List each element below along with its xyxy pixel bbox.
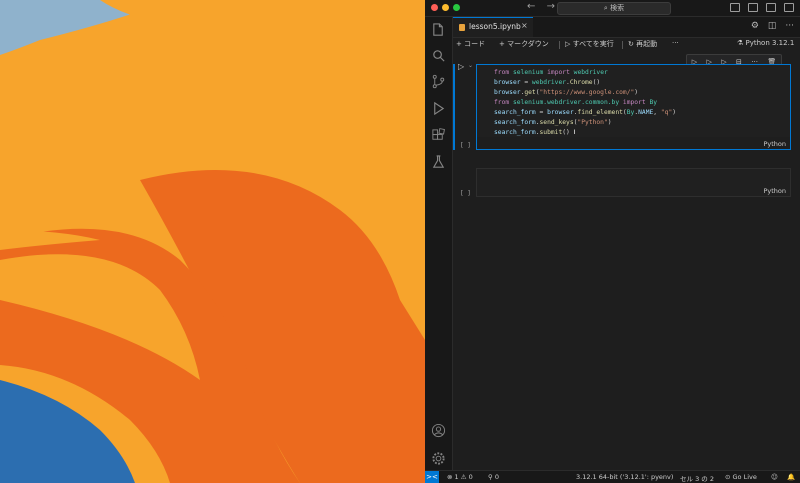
code-line: from selenium.webdriver.common.by import… [494,99,658,106]
run-all-icon: ▷ [565,40,573,48]
code-line: from selenium import webdriver [494,69,608,76]
kernel-picker[interactable]: ⚗ Python 3.12.1 [737,39,794,47]
kernel-icon: ⚗ [737,39,746,47]
title-bar: ← → ⌕ 検索 [425,0,800,17]
code-line: search_form.submit() Ⅰ [494,129,576,136]
code-cell[interactable]: Python [476,168,791,197]
add-code-cell-button[interactable]: + コード [456,39,485,49]
notifications-bell-icon[interactable]: 🔔 [787,473,795,481]
vscode-window: ← → ⌕ 検索 lesson5.ipynb × ⚙ ◫ ··· + コード +… [425,0,800,483]
warning-icon: ⚠ [460,473,469,481]
minimize-window-button[interactable] [442,4,449,11]
forward-arrow-icon[interactable]: → [547,1,555,12]
tab-label: lesson5.ipynb [469,22,521,31]
go-live-button[interactable]: ⊙ Go Live [725,473,757,481]
close-tab-icon[interactable]: × [521,21,528,30]
toggle-panel-icon[interactable] [748,3,758,12]
notebook-settings-gear-icon[interactable]: ⚙ [751,21,759,31]
error-icon: ⊗ [447,473,455,481]
code-cell[interactable]: from selenium import webdriver browser =… [476,64,791,150]
desktop-wallpaper [0,0,425,483]
source-control-icon[interactable] [431,74,446,89]
editor-tab-bar: lesson5.ipynb × ⚙ ◫ ··· [453,17,800,38]
ports-indicator[interactable]: ⚲ 0 [488,473,499,481]
back-arrow-icon[interactable]: ← [527,1,535,12]
execution-count: [ ] [460,142,471,149]
cell-focus-indicator [453,64,455,150]
python-interpreter[interactable]: 3.12.1 64-bit ('3.12.1': pyenv) [576,473,673,481]
remote-indicator[interactable]: >< [425,471,439,483]
split-editor-icon[interactable]: ◫ [768,21,777,31]
status-bar: >< ⊗ 1 ⚠ 0 ⚲ 0 3.12.1 64-bit ('3.12.1': … [425,470,800,483]
extensions-icon[interactable] [431,128,446,143]
maximize-window-button[interactable] [453,4,460,11]
cell-editor[interactable]: from selenium import webdriver browser =… [477,65,790,137]
command-center-search[interactable]: ⌕ 検索 [557,2,671,15]
explorer-icon[interactable] [431,22,446,37]
activity-bar: 1 [425,17,453,483]
code-line: search_form = browser.find_element(By.NA… [494,109,677,116]
notebook-toolbar: + コード + マークダウン ▷ すべてを実行 ↻ 再起動 ··· ⚗ Pyth… [453,38,800,52]
search-label: 検索 [610,4,625,12]
testing-icon[interactable] [431,154,446,169]
cell-collapse-icon[interactable]: ⌄ [468,62,473,69]
problems-indicator[interactable]: ⊗ 1 ⚠ 0 [447,473,473,481]
cell-language-label[interactable]: Python [763,187,786,195]
execution-count: [ ] [460,190,471,197]
account-icon[interactable] [431,423,446,438]
run-debug-icon[interactable] [431,101,446,116]
code-line: browser.get("https://www.google.com/") [494,89,639,96]
copilot-icon[interactable]: ☺ [771,473,778,481]
ports-icon: ⚲ [488,473,495,481]
cell-position[interactable]: セル 3 の 2 [680,473,714,483]
code-line: browser = webdriver.Chrome() [494,79,601,86]
search-icon[interactable] [431,48,446,63]
cell-language-label[interactable]: Python [763,140,786,148]
toolbar-more-icon[interactable]: ··· [672,39,679,47]
broadcast-icon: ⊙ [725,473,733,481]
code-line: search_form.send_keys("Python") [494,119,612,126]
run-cell-icon[interactable]: ▷ [458,62,464,71]
toggle-primary-sidebar-icon[interactable] [730,3,740,12]
restart-kernel-button[interactable]: ↻ 再起動 [628,39,657,49]
restart-icon: ↻ [628,40,637,48]
customize-layout-icon[interactable] [784,3,794,12]
more-actions-icon[interactable]: ··· [785,21,794,31]
close-window-button[interactable] [431,4,438,11]
notebook-file-icon [459,24,465,31]
run-all-button[interactable]: ▷ すべてを実行 [565,39,614,49]
settings-gear-icon[interactable] [431,451,446,466]
add-markdown-cell-button[interactable]: + マークダウン [499,39,549,49]
tab-lesson5[interactable]: lesson5.ipynb × [453,17,533,37]
toggle-secondary-sidebar-icon[interactable] [766,3,776,12]
